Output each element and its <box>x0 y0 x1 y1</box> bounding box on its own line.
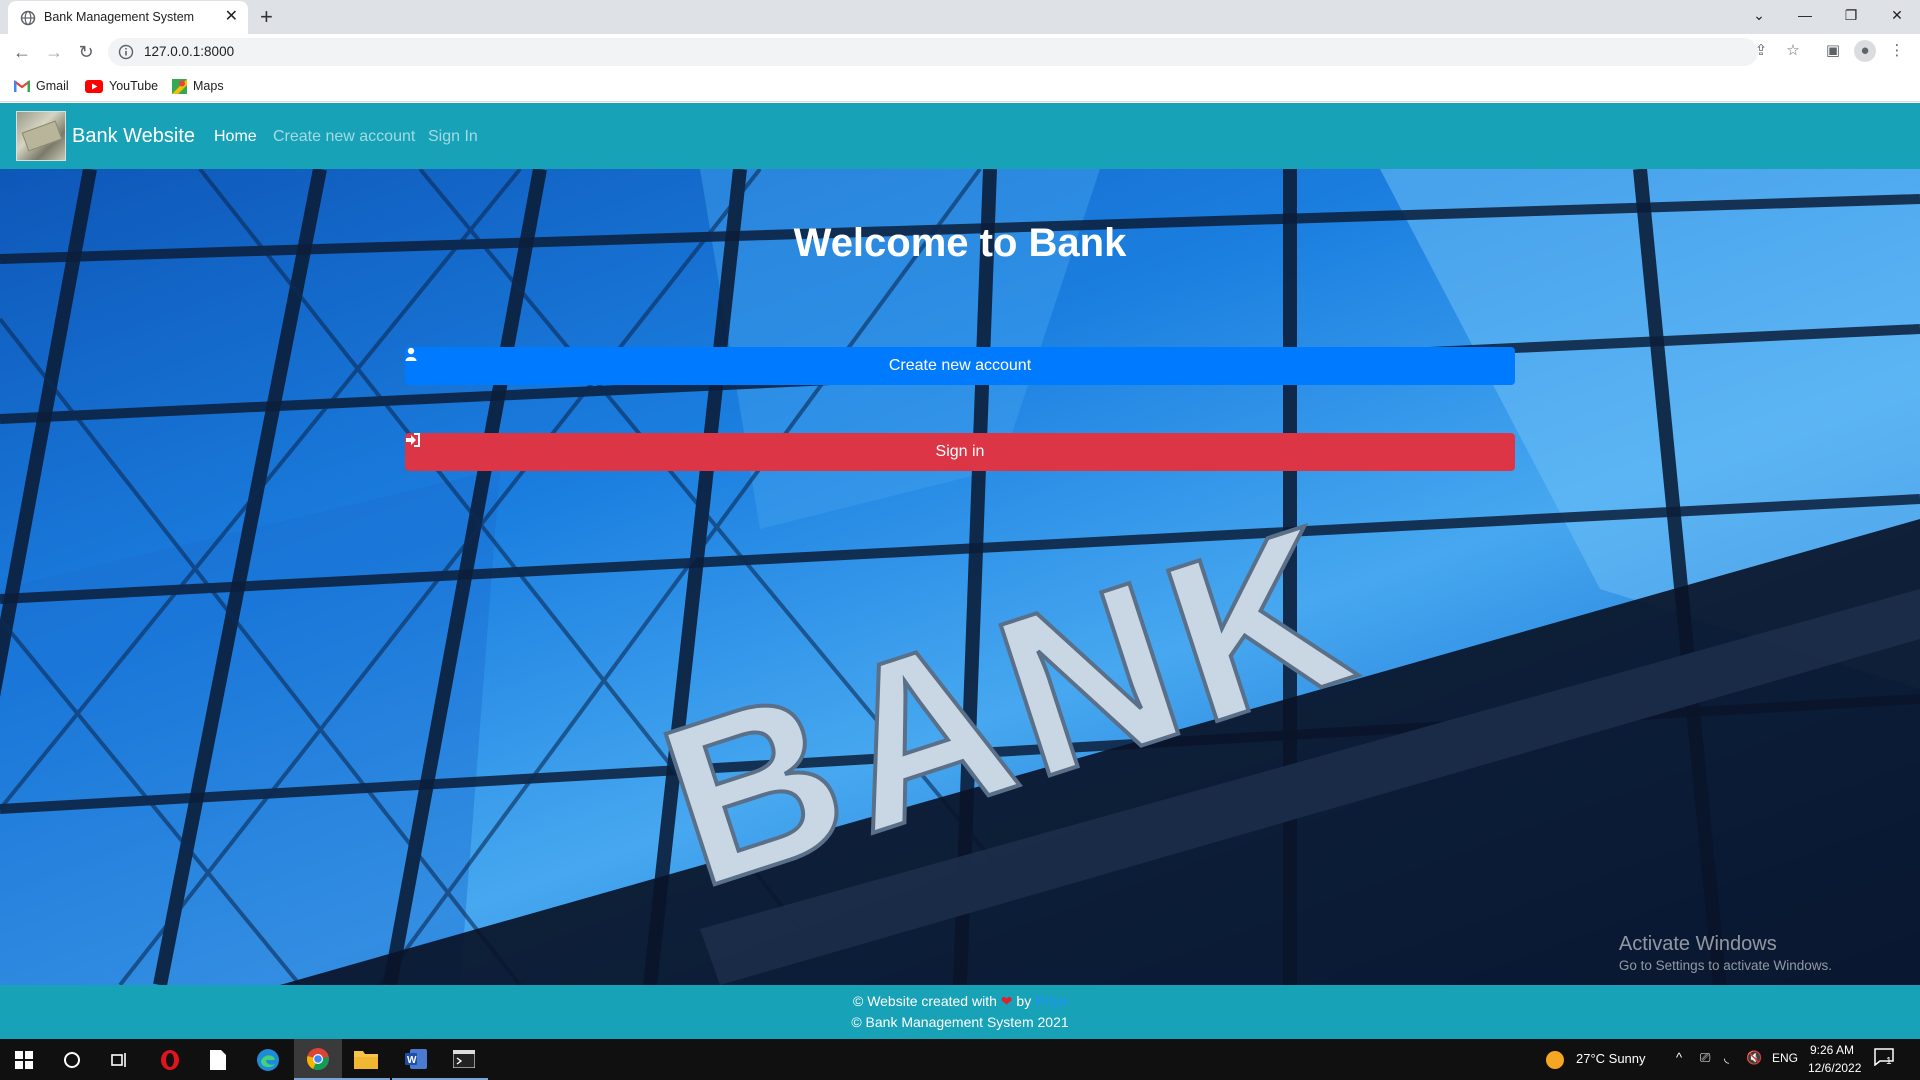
money-image <box>21 120 63 152</box>
volume-muted-icon[interactable]: 🔇 <box>1746 1050 1762 1066</box>
maps-icon <box>172 78 187 94</box>
tab-title: Bank Management System <box>44 10 195 24</box>
reload-icon[interactable]: ↻ <box>74 40 98 64</box>
browser-toolbar: ← → ↻ 127.0.0.1:8000 ⇪ ☆ ▣ ● ⋮ <box>0 34 1920 70</box>
minimize-icon[interactable]: — <box>1782 0 1828 30</box>
chrome-icon <box>307 1047 329 1070</box>
user-icon <box>405 347 417 361</box>
watermark-title: Activate Windows <box>1618 933 1777 955</box>
taskbar-opera[interactable] <box>146 1039 194 1080</box>
menu-icon[interactable]: ⋮ <box>1886 40 1908 62</box>
taskbar-edge[interactable] <box>244 1039 292 1080</box>
bank-building-background: BANK <box>0 169 1920 985</box>
address-bar[interactable]: 127.0.0.1:8000 <box>108 38 1758 66</box>
notification-center[interactable]: 1 <box>1874 1048 1896 1070</box>
sign-in-button[interactable]: Sign in <box>405 433 1515 471</box>
tab-close-icon[interactable]: ✕ <box>225 8 238 26</box>
forward-icon[interactable]: → <box>42 40 66 64</box>
share-icon[interactable]: ⇪ <box>1750 40 1772 62</box>
window-close-icon[interactable]: ✕ <box>1874 0 1920 30</box>
taskbar-terminal[interactable] <box>440 1039 488 1080</box>
nav-home[interactable]: Home <box>214 128 257 146</box>
brand-logo[interactable] <box>16 111 66 161</box>
bookmark-label: YouTube <box>109 79 159 93</box>
word-icon: W <box>405 1048 427 1069</box>
activate-windows-watermark: Activate Windows Go to Settings to activ… <box>1619 933 1832 973</box>
site-info-icon[interactable] <box>118 44 134 60</box>
edge-icon <box>257 1048 279 1071</box>
windows-taskbar: W 27°C Sunny ^ ⎚ ◟ 🔇 ENG 9:26 AM 12/6/20… <box>0 1039 1920 1080</box>
search-button[interactable] <box>48 1039 96 1080</box>
document-icon <box>210 1049 226 1070</box>
svg-text:W: W <box>407 1055 417 1066</box>
task-view-icon <box>111 1052 126 1067</box>
taskbar-file-explorer[interactable] <box>342 1039 390 1080</box>
start-button[interactable] <box>0 1039 48 1080</box>
bookmark-label: Gmail <box>36 79 69 93</box>
weather-text[interactable]: 27°C Sunny <box>1576 1051 1646 1066</box>
profile-icon[interactable]: ● <box>1854 40 1876 62</box>
tray-chevron-icon[interactable]: ^ <box>1676 1050 1682 1065</box>
hero-section: BANK Welcome to Bank Create new account … <box>0 169 1920 985</box>
meet-now-icon[interactable]: ⎚ <box>1700 1050 1710 1066</box>
nav-create-account[interactable]: Create new account <box>273 128 415 146</box>
create-account-label: Create new account <box>888 357 1032 374</box>
network-icon[interactable]: ◟ <box>1724 1050 1729 1066</box>
browser-tab[interactable]: Bank Management System ✕ <box>8 1 248 34</box>
windows-logo-icon <box>15 1050 33 1069</box>
footer-credit-text: © Website created with <box>852 993 997 1009</box>
folder-icon <box>354 1050 378 1069</box>
notification-count: 1 <box>1886 1056 1892 1067</box>
taskbar-word[interactable]: W <box>392 1039 440 1080</box>
restore-icon[interactable]: ❐ <box>1828 0 1874 30</box>
sign-in-label: Sign in <box>935 443 985 460</box>
footer-copyright: © Bank Management System 2021 <box>851 1014 1069 1030</box>
footer-credit: © Website created with ❤ by Priya <box>0 993 1920 1010</box>
cortana-icon <box>64 1051 80 1068</box>
bookmark-gmail[interactable]: Gmail <box>14 76 69 96</box>
site-navbar: Bank Website Home Create new account Sig… <box>0 103 1920 169</box>
url-text: 127.0.0.1:8000 <box>144 44 235 59</box>
terminal-icon <box>453 1049 475 1068</box>
brand-name[interactable]: Bank Website <box>72 125 195 148</box>
site-footer: © Website created with ❤ by Priya © Bank… <box>0 985 1920 1039</box>
gmail-icon <box>14 80 30 92</box>
youtube-icon <box>85 79 103 93</box>
weather-sun-icon <box>1546 1051 1564 1069</box>
tab-search-icon[interactable]: ⌄ <box>1736 0 1782 30</box>
language-indicator[interactable]: ENG <box>1772 1051 1798 1065</box>
author-link[interactable]: Priya <box>1035 993 1067 1009</box>
globe-icon <box>20 10 36 26</box>
watermark-subtitle: Go to Settings to activate Windows. <box>1618 958 1832 973</box>
bookmark-youtube[interactable]: YouTube <box>85 76 158 96</box>
bookmark-maps[interactable]: Maps <box>172 76 224 96</box>
heart-icon: ❤ <box>1000 993 1013 1009</box>
create-account-button[interactable]: Create new account <box>405 347 1515 385</box>
hero-title: Welcome to Bank <box>793 221 1127 265</box>
clock-date[interactable]: 12/6/2022 <box>1808 1061 1861 1075</box>
taskbar-file[interactable] <box>194 1039 242 1080</box>
back-icon[interactable]: ← <box>10 40 34 64</box>
bookmark-star-icon[interactable]: ☆ <box>1782 40 1804 62</box>
task-view-button[interactable] <box>96 1039 144 1080</box>
nav-sign-in[interactable]: Sign In <box>428 128 478 146</box>
opera-icon <box>161 1049 179 1070</box>
new-tab-button[interactable]: + <box>260 4 273 30</box>
side-panel-icon[interactable]: ▣ <box>1822 40 1844 62</box>
taskbar-chrome[interactable] <box>294 1039 342 1080</box>
clock-time[interactable]: 9:26 AM <box>1810 1043 1854 1057</box>
browser-tab-strip: Bank Management System ✕ + ⌄ — ❐ ✕ <box>0 0 1920 34</box>
sign-in-icon <box>406 433 420 447</box>
bookmark-label: Maps <box>193 79 224 93</box>
footer-by: by <box>1016 993 1032 1009</box>
bookmarks-bar: Gmail YouTube Maps <box>0 70 1920 102</box>
